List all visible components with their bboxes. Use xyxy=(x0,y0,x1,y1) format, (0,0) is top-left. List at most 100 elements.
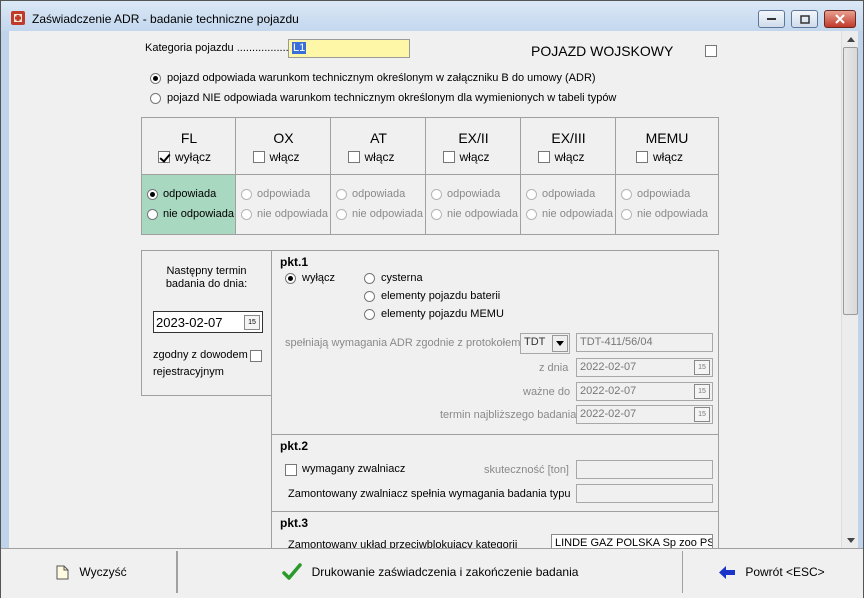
clear-label: Wyczyść xyxy=(79,565,127,579)
protocol-label: spełniają wymagania ADR zgodnie z protok… xyxy=(285,337,521,349)
pkt1-panel: pkt.1 wyłącz cysterna elementy pojazdu b… xyxy=(271,250,719,435)
protocol-type-value: TDT xyxy=(524,336,546,348)
scroll-up-icon[interactable] xyxy=(842,31,859,47)
type-notok-radio[interactable] xyxy=(621,209,632,220)
pkt3-input[interactable]: LINDE GAZ POLSKA Sp zoo PS xyxy=(551,534,713,548)
type-ok-radio[interactable] xyxy=(241,189,252,200)
type-ok-radio[interactable] xyxy=(431,189,442,200)
minimize-button[interactable] xyxy=(758,10,785,28)
consistent-label-1: zgodny z dowodem xyxy=(153,349,248,361)
protocol-date-input[interactable]: 2022-02-07 15 xyxy=(576,358,713,377)
type-notok-label: nie odpowiada xyxy=(447,208,518,220)
type-toggle-checkbox[interactable] xyxy=(347,151,360,163)
vertical-scrollbar[interactable] xyxy=(841,31,858,548)
type-ok-radio[interactable] xyxy=(526,189,537,200)
close-icon xyxy=(835,14,845,24)
type-toggle-checkbox[interactable] xyxy=(252,151,265,163)
installed-label: Zamontowany zwalniacz spełnia wymagania … xyxy=(288,488,571,500)
type-toggle-label: włącz xyxy=(269,150,300,164)
type-header: MEMU włącz xyxy=(616,118,718,175)
calendar-icon[interactable]: 15 xyxy=(694,360,710,375)
next-date-value: 2023-02-07 xyxy=(156,315,223,330)
calendar-icon[interactable]: 15 xyxy=(694,384,710,399)
type-notok-radio[interactable] xyxy=(336,209,347,220)
type-ok-radio[interactable] xyxy=(621,189,632,200)
type-toggle-label: włącz xyxy=(459,150,490,164)
type-status: odpowiada nie odpowiada xyxy=(521,175,615,234)
bottom-toolbar: Wyczyść Drukowanie zaświadczenia i zakoń… xyxy=(1,548,863,598)
type-toggle-checkbox[interactable] xyxy=(158,151,170,163)
military-checkbox[interactable] xyxy=(705,45,717,57)
next-date-panel: Następny termin badania do dnia: 2023-02… xyxy=(141,250,272,396)
type-ok-label: odpowiada xyxy=(163,188,217,200)
type-toggle-label: wyłącz xyxy=(175,150,212,164)
compliant-label: pojazd odpowiada warunkom technicznym ok… xyxy=(167,72,596,84)
next-date-input[interactable]: 2023-02-07 15 xyxy=(153,311,263,333)
print-button[interactable]: Drukowanie zaświadczenia i zakończenie b… xyxy=(177,551,683,593)
clear-button[interactable]: Wyczyść xyxy=(7,551,177,593)
efficiency-input[interactable] xyxy=(576,460,713,479)
type-toggle-checkbox[interactable] xyxy=(636,151,648,163)
date-label: z dnia xyxy=(539,362,569,374)
type-toggle-label: włącz xyxy=(653,150,684,164)
nearest-date-input[interactable]: 2022-02-07 15 xyxy=(576,405,713,424)
type-header: OX włącz xyxy=(236,118,331,175)
protocol-type-select[interactable]: TDT xyxy=(520,333,570,354)
type-ok-radio[interactable] xyxy=(336,189,347,200)
type-notok-radio[interactable] xyxy=(526,209,537,220)
retarder-checkbox[interactable] xyxy=(285,464,297,476)
type-header: FL wyłącz xyxy=(142,118,236,175)
pkt1-tank-radio[interactable] xyxy=(364,273,375,284)
pkt1-battery-radio[interactable] xyxy=(364,291,375,302)
type-column-fl: FL wyłącz odpowiada nie odpowiada xyxy=(142,118,236,234)
type-notok-radio[interactable] xyxy=(241,209,252,220)
noncompliant-radio[interactable] xyxy=(150,93,161,104)
compliant-radio[interactable] xyxy=(150,73,161,84)
type-header: EX/II włącz xyxy=(426,118,521,175)
back-label: Powrót <ESC> xyxy=(745,565,825,579)
arrow-left-icon xyxy=(719,565,736,579)
pkt1-memu-label: elementy pojazdu MEMU xyxy=(381,308,504,320)
protocol-number-input[interactable]: TDT-411/56/04 xyxy=(576,333,713,352)
app-icon xyxy=(11,11,25,25)
calendar-icon[interactable]: 15 xyxy=(244,315,260,330)
type-code: FL xyxy=(180,130,198,146)
type-code: EX/III xyxy=(551,130,586,146)
type-toggle-checkbox[interactable] xyxy=(442,151,455,163)
type-ok-radio[interactable] xyxy=(147,189,158,200)
type-notok-label: nie odpowiada xyxy=(352,208,423,220)
back-button[interactable]: Powrót <ESC> xyxy=(683,551,861,593)
type-ok-label: odpowiada xyxy=(257,188,311,200)
type-column-at: AT włącz odpowiada nie odpowiada xyxy=(331,118,426,234)
type-column-ex-ii: EX/II włącz odpowiada nie odpowiada xyxy=(426,118,521,234)
type-notok-radio[interactable] xyxy=(147,209,158,220)
type-notok-radio[interactable] xyxy=(431,209,442,220)
type-column-memu: MEMU włącz odpowiada nie odpowiada xyxy=(616,118,718,234)
restore-icon xyxy=(799,14,810,24)
type-code: MEMU xyxy=(645,130,689,146)
type-notok-label: nie odpowiada xyxy=(542,208,613,220)
chevron-down-icon[interactable] xyxy=(552,335,568,352)
type-toggle-checkbox[interactable] xyxy=(537,151,550,163)
category-input[interactable]: L1 xyxy=(288,39,410,58)
retarder-label: wymagany zwalniacz xyxy=(302,463,406,475)
type-toggle-label: włącz xyxy=(554,150,585,164)
window-title: Zaświadczenie ADR - badanie techniczne p… xyxy=(32,12,299,26)
pkt2-title: pkt.2 xyxy=(280,439,309,453)
type-code: OX xyxy=(273,130,294,146)
scroll-thumb[interactable] xyxy=(843,47,858,315)
type-header: EX/III włącz xyxy=(521,118,616,175)
valid-date-input[interactable]: 2022-02-07 15 xyxy=(576,382,713,401)
pkt1-off-radio[interactable] xyxy=(285,273,296,284)
calendar-icon[interactable]: 15 xyxy=(694,407,710,422)
title-bar[interactable]: Zaświadczenie ADR - badanie techniczne p… xyxy=(1,1,863,31)
close-button[interactable] xyxy=(824,10,856,28)
installed-input[interactable] xyxy=(576,484,713,503)
maximize-button[interactable] xyxy=(791,10,818,28)
consistent-checkbox[interactable] xyxy=(250,350,262,362)
pkt2-panel: pkt.2 wymagany zwalniacz skuteczność [to… xyxy=(271,434,719,512)
pkt1-memu-radio[interactable] xyxy=(364,309,375,320)
next-date-label-2: badania do dnia: xyxy=(165,278,248,290)
scroll-down-icon[interactable] xyxy=(842,532,859,548)
type-column-ox: OX włącz odpowiada nie odpowiada xyxy=(236,118,331,234)
